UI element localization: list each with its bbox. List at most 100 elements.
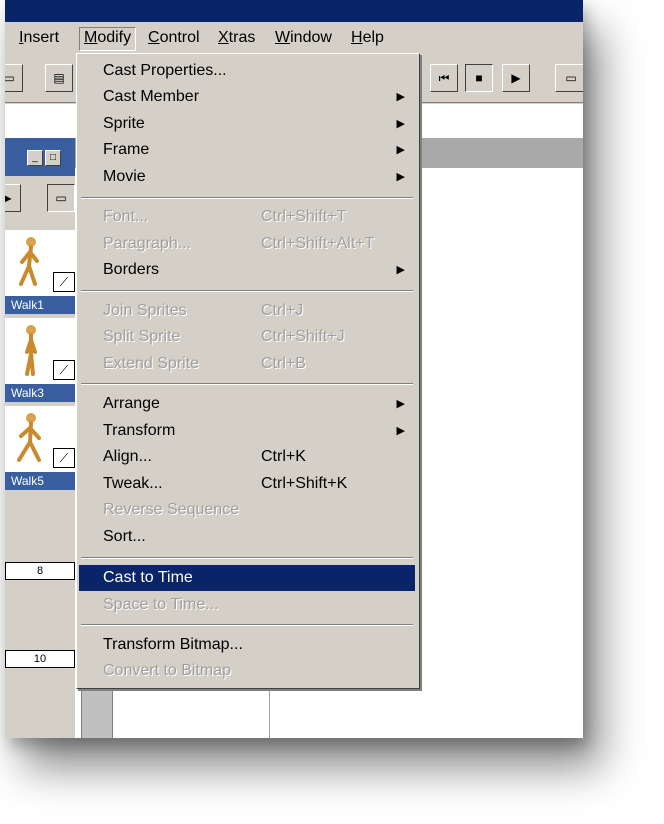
cast-window: _ □ ▶ ▭ ⟋ Walk1 ⟋ Walk3 ⟋ Walk5 8 10	[5, 138, 75, 738]
minimize-button[interactable]: _	[27, 150, 43, 166]
menu-control[interactable]: Control	[144, 27, 204, 49]
stop-button[interactable]: ■	[465, 64, 493, 92]
menu-separator	[81, 290, 413, 292]
menu-xtras[interactable]: Xtras	[214, 27, 259, 49]
open-icon: ▭	[5, 71, 15, 85]
menu-item-label: Align...	[103, 448, 152, 465]
menu-item-sprite[interactable]: Sprite ▶	[79, 111, 415, 137]
menu-item-transform-bitmap[interactable]: Transform Bitmap...	[79, 632, 415, 658]
menu-modify[interactable]: Modify	[79, 27, 137, 51]
menu-item-label: Transform	[103, 422, 176, 439]
play-button[interactable]: ▶	[502, 64, 530, 92]
menu-item-label: Borders	[103, 261, 160, 278]
menu-modify-mnemonic: M	[84, 29, 98, 46]
cast-member-label: Walk3	[5, 384, 75, 402]
menu-item-split-sprite[interactable]: Split Sprite Ctrl+Shift+J	[79, 324, 415, 350]
save-button[interactable]: ▤	[45, 64, 73, 92]
modify-menu-dropdown: Cast Properties... Cast Member ▶ Sprite ▶ …	[76, 53, 420, 689]
rewind-button[interactable]: ⏮	[430, 64, 458, 92]
minimize-icon: _	[32, 152, 38, 163]
shortcut-text: Ctrl+Shift+K	[261, 475, 348, 492]
window-icon: ▭	[55, 191, 67, 205]
walking-figure-icon	[17, 413, 41, 462]
menu-help[interactable]: Help	[347, 27, 388, 49]
menu-item-label: Cast Member	[103, 88, 200, 105]
stage-button[interactable]: ▭	[555, 64, 583, 92]
menu-item-convert-to-bitmap[interactable]: Convert to Bitmap	[79, 658, 415, 684]
shortcut-text: Ctrl+Shift+Alt+T	[261, 235, 375, 252]
bitmap-icon: ⟋	[53, 360, 75, 380]
menu-item-label: Sprite	[103, 115, 145, 132]
menu-window[interactable]: Window	[271, 27, 336, 49]
menu-separator	[81, 557, 413, 559]
menu-item-transform[interactable]: Transform ▶	[79, 418, 415, 444]
submenu-arrow-icon: ▶	[396, 91, 405, 103]
cast-member-walk1[interactable]: ⟋ Walk1	[5, 230, 75, 314]
save-icon: ▤	[53, 71, 65, 85]
shortcut-text: Ctrl+B	[261, 355, 306, 372]
menu-item-label: Paragraph...	[103, 235, 192, 252]
cast-window-titlebar: _ □	[5, 138, 75, 176]
menu-item-label: Font...	[103, 208, 149, 225]
title-bar	[5, 0, 583, 22]
menu-item-cast-member[interactable]: Cast Member ▶	[79, 84, 415, 110]
menu-item-label: Join Sprites	[103, 302, 187, 319]
menu-item-label: Space to Time...	[103, 596, 219, 613]
cast-member-walk3[interactable]: ⟋ Walk3	[5, 318, 75, 402]
play-icon: ▶	[5, 191, 12, 205]
submenu-arrow-icon: ▶	[396, 264, 405, 276]
cast-member-walk5[interactable]: ⟋ Walk5	[5, 406, 75, 490]
shortcut-text: Ctrl+J	[261, 302, 304, 319]
menu-item-borders[interactable]: Borders ▶	[79, 257, 415, 283]
menu-bar: Insert Modify Control Xtras Window Help	[5, 22, 583, 52]
menu-item-label: Sort...	[103, 528, 146, 545]
menu-item-movie[interactable]: Movie ▶	[79, 164, 415, 190]
open-button[interactable]: ▭	[5, 64, 23, 92]
menu-item-label: Extend Sprite	[103, 355, 200, 372]
frame-number: 10	[5, 650, 75, 668]
menu-item-arrange[interactable]: Arrange ▶	[79, 391, 415, 417]
rewind-icon: ⏮	[438, 71, 450, 85]
menu-xtras-rest: tras	[228, 29, 256, 46]
menu-item-label: Frame	[103, 141, 150, 158]
menu-item-font[interactable]: Font... Ctrl+Shift+T	[79, 204, 415, 230]
menu-item-label: Convert to Bitmap	[103, 662, 232, 679]
menu-item-label: Tweak...	[103, 475, 163, 492]
menu-separator	[81, 383, 413, 385]
stop-icon: ■	[475, 71, 483, 85]
submenu-arrow-icon: ▶	[396, 398, 405, 410]
menu-item-align[interactable]: Align... Ctrl+K	[79, 444, 415, 470]
maximize-button[interactable]: □	[45, 150, 61, 166]
menu-item-label: Cast Properties...	[103, 62, 227, 79]
bitmap-icon: ⟋	[53, 448, 75, 468]
cast-next-button[interactable]: ▶	[5, 184, 21, 212]
menu-control-rest: ontrol	[159, 29, 200, 46]
menu-item-reverse-sequence[interactable]: Reverse Sequence	[79, 497, 415, 523]
walking-figure-icon	[19, 237, 39, 286]
menu-item-cast-to-time[interactable]: Cast to Time	[79, 565, 415, 591]
menu-item-label: Movie	[103, 168, 146, 185]
menu-item-space-to-time[interactable]: Space to Time...	[79, 592, 415, 618]
menu-item-cast-properties[interactable]: Cast Properties...	[79, 58, 415, 84]
menu-item-extend-sprite[interactable]: Extend Sprite Ctrl+B	[79, 351, 415, 377]
cast-member-label: Walk5	[5, 472, 75, 490]
menu-item-join-sprites[interactable]: Join Sprites Ctrl+J	[79, 298, 415, 324]
shortcut-text: Ctrl+K	[261, 448, 306, 465]
cast-view-button[interactable]: ▭	[47, 184, 75, 212]
menu-item-paragraph[interactable]: Paragraph... Ctrl+Shift+Alt+T	[79, 231, 415, 257]
submenu-arrow-icon: ▶	[396, 171, 405, 183]
menu-item-label: Split Sprite	[103, 328, 181, 345]
menu-item-tweak[interactable]: Tweak... Ctrl+Shift+K	[79, 471, 415, 497]
menu-item-frame[interactable]: Frame ▶	[79, 137, 415, 163]
menu-window-rest: indow	[290, 29, 332, 46]
maximize-icon: □	[49, 152, 57, 163]
scrollbar[interactable]	[81, 688, 113, 738]
menu-help-mnemonic: H	[351, 29, 363, 46]
menu-item-label: Arrange	[103, 395, 160, 412]
menu-modify-rest: odify	[97, 29, 132, 46]
menu-insert[interactable]: Insert	[15, 27, 63, 49]
frame-number: 8	[5, 562, 75, 580]
submenu-arrow-icon: ▶	[396, 425, 405, 437]
menu-insert-rest: nsert	[23, 29, 60, 46]
menu-item-sort[interactable]: Sort...	[79, 524, 415, 550]
